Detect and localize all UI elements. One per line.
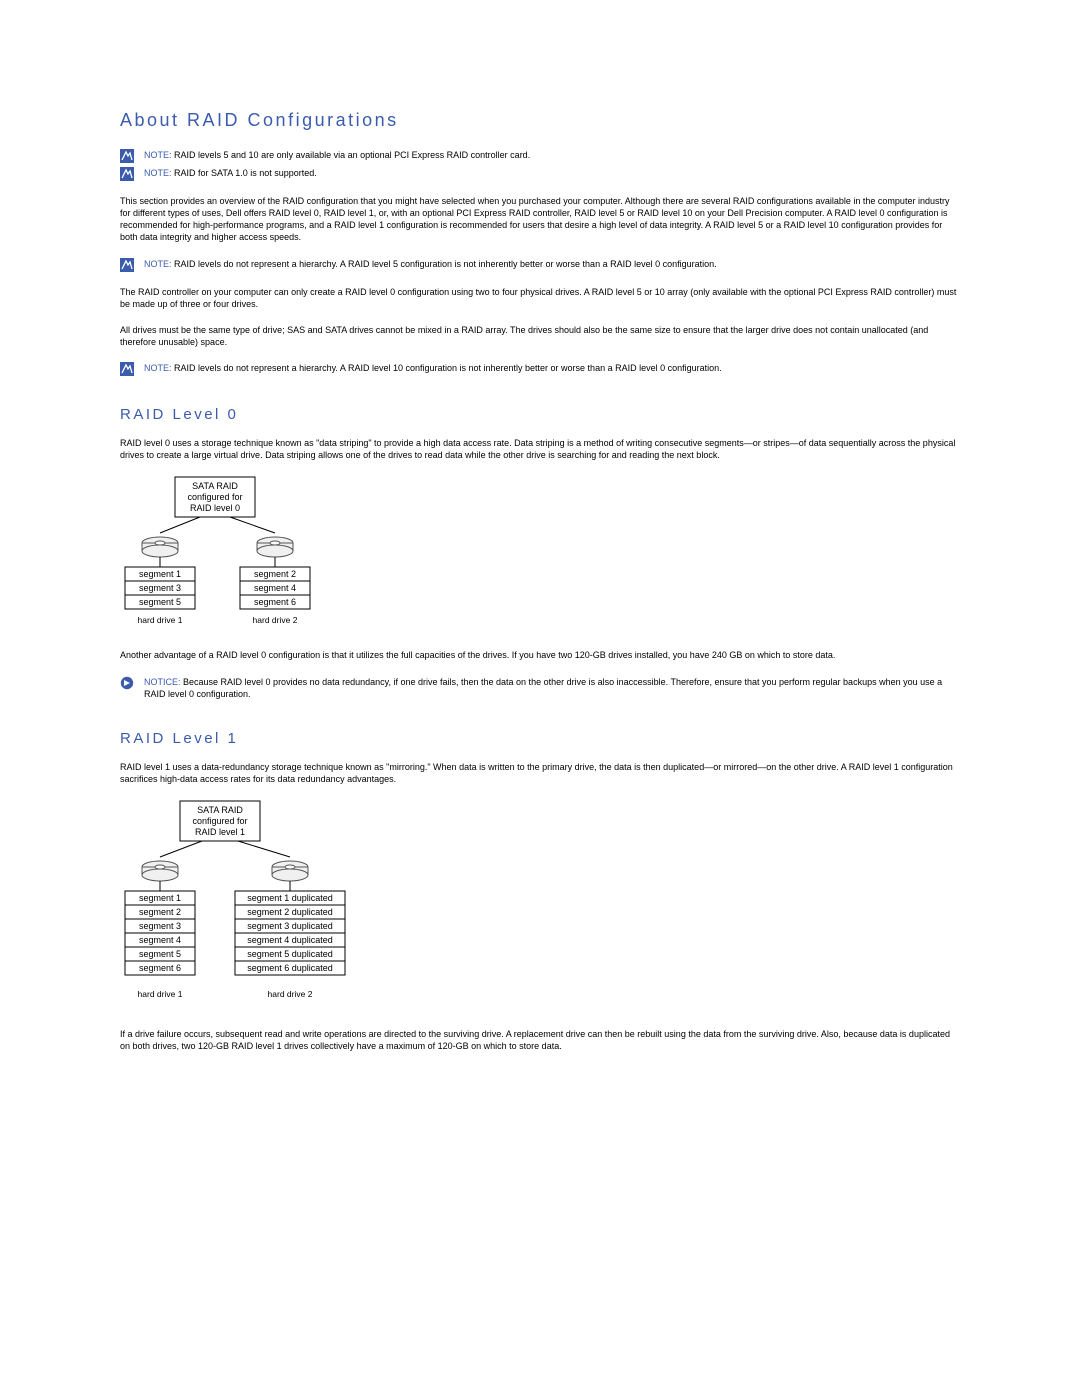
note-body: RAID levels do not represent a hierarchy… [174,259,717,269]
note-icon [120,167,134,181]
svg-text:RAID level 0: RAID level 0 [190,503,240,513]
note-icon [120,149,134,163]
svg-text:segment 4 duplicated: segment 4 duplicated [247,935,333,945]
svg-text:SATA RAID: SATA RAID [197,805,243,815]
svg-text:configured for: configured for [187,492,242,502]
svg-text:segment 3: segment 3 [139,921,181,931]
note-row: NOTE: RAID levels do not represent a hie… [120,258,960,272]
note-body: RAID levels do not represent a hierarchy… [174,363,722,373]
notice-icon [120,676,134,690]
note-body: RAID levels 5 and 10 are only available … [174,150,530,160]
paragraph-r1-1: RAID level 1 uses a data-redundancy stor… [120,761,960,785]
note-text: NOTE: RAID for SATA 1.0 is not supported… [144,167,317,179]
svg-text:segment 1: segment 1 [139,569,181,579]
svg-text:segment 6: segment 6 [254,597,296,607]
note-row: NOTE: RAID levels do not represent a hie… [120,362,960,376]
paragraph-r0-2: Another advantage of a RAID level 0 conf… [120,649,960,661]
svg-text:segment 5: segment 5 [139,597,181,607]
svg-text:segment 4: segment 4 [254,583,296,593]
svg-text:segment 2 duplicated: segment 2 duplicated [247,907,333,917]
note-icon [120,362,134,376]
svg-text:segment 2: segment 2 [254,569,296,579]
svg-text:SATA RAID: SATA RAID [192,481,238,491]
paragraph-intro: This section provides an overview of the… [120,195,960,244]
svg-text:hard drive 2: hard drive 2 [268,989,313,999]
svg-text:hard drive 1: hard drive 1 [138,615,183,625]
svg-text:segment 6: segment 6 [139,963,181,973]
svg-text:segment 1: segment 1 [139,893,181,903]
svg-text:segment 5: segment 5 [139,949,181,959]
notice-text: NOTICE: Because RAID level 0 provides no… [144,676,960,700]
svg-text:segment 1 duplicated: segment 1 duplicated [247,893,333,903]
svg-text:hard drive 1: hard drive 1 [138,989,183,999]
svg-text:segment 3: segment 3 [139,583,181,593]
note-row: NOTE: RAID levels 5 and 10 are only avai… [120,149,960,163]
paragraph-r0-1: RAID level 0 uses a storage technique kn… [120,437,960,461]
raid0-diagram: SATA RAID configured for RAID level 0 [120,475,960,635]
note-text: NOTE: RAID levels do not represent a hie… [144,362,722,374]
paragraph-controller: The RAID controller on your computer can… [120,286,960,310]
page-content: About RAID Configurations NOTE: RAID lev… [0,0,1080,1126]
note-label: NOTE: [144,259,174,269]
note-text: NOTE: RAID levels do not represent a hie… [144,258,717,270]
svg-text:configured for: configured for [192,816,247,826]
note-label: NOTE: [144,150,174,160]
heading-raid1: RAID Level 1 [120,730,960,747]
svg-text:segment 2: segment 2 [139,907,181,917]
svg-text:RAID level 1: RAID level 1 [195,827,245,837]
svg-text:segment 4: segment 4 [139,935,181,945]
svg-text:hard drive 2: hard drive 2 [253,615,298,625]
svg-text:segment 3 duplicated: segment 3 duplicated [247,921,333,931]
note-text: NOTE: RAID levels 5 and 10 are only avai… [144,149,530,161]
notice-label: NOTICE: [144,677,183,687]
svg-text:segment 5 duplicated: segment 5 duplicated [247,949,333,959]
heading-raid0: RAID Level 0 [120,406,960,423]
note-label: NOTE: [144,168,174,178]
note-body: RAID for SATA 1.0 is not supported. [174,168,317,178]
note-label: NOTE: [144,363,174,373]
svg-text:segment 6 duplicated: segment 6 duplicated [247,963,333,973]
page-title: About RAID Configurations [120,110,960,131]
notice-row: NOTICE: Because RAID level 0 provides no… [120,676,960,700]
note-row: NOTE: RAID for SATA 1.0 is not supported… [120,167,960,181]
paragraph-r1-2: If a drive failure occurs, subsequent re… [120,1028,960,1052]
note-icon [120,258,134,272]
raid1-diagram: SATA RAID configured for RAID level 1 [120,799,960,1014]
notice-body: Because RAID level 0 provides no data re… [144,677,942,699]
paragraph-drives: All drives must be the same type of driv… [120,324,960,348]
